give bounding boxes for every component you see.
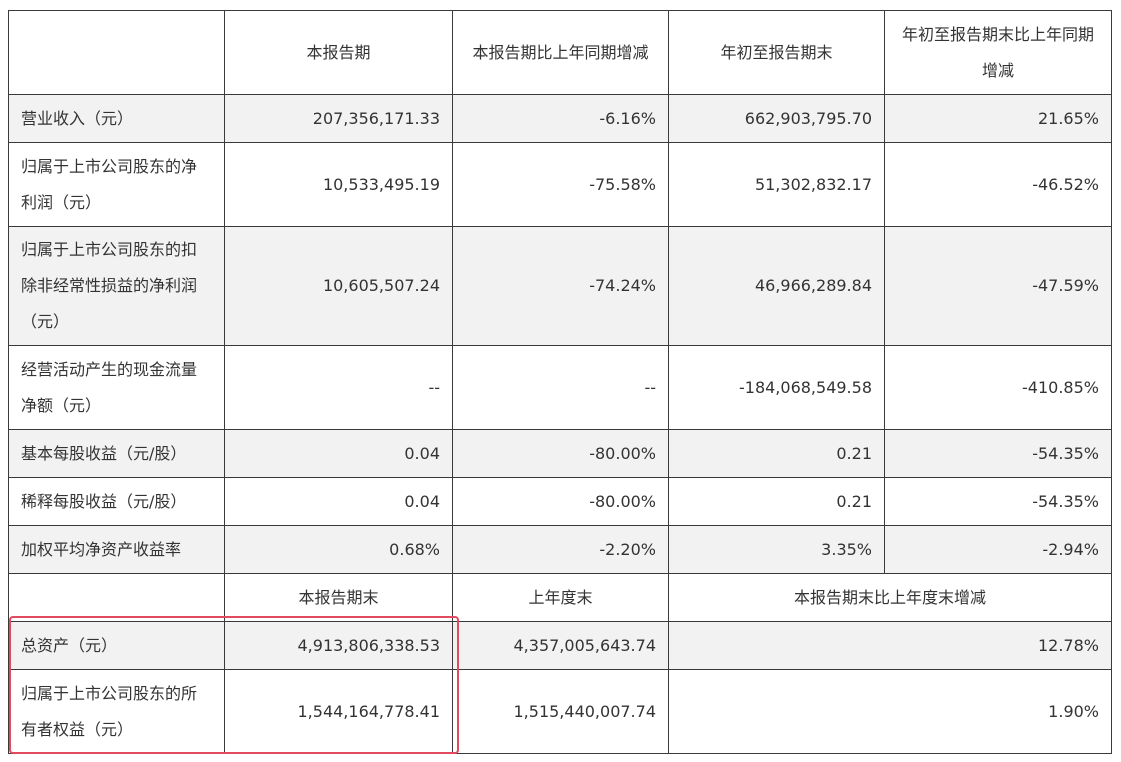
row-label: 归属于上市公司股东的净利润（元） [8, 142, 225, 227]
table-cell: 0.21 [668, 477, 885, 526]
table-cell: 0.21 [668, 429, 885, 478]
table-cell: -54.35% [884, 477, 1112, 526]
table-row: 总资产（元） 4,913,806,338.53 4,357,005,643.74… [8, 621, 1112, 670]
table-cell: 46,966,289.84 [668, 226, 885, 346]
subheader-cell-empty [8, 573, 225, 622]
table-row: 归属于上市公司股东的净利润（元） 10,533,495.19 -75.58% 5… [8, 142, 1112, 227]
table-cell: 51,302,832.17 [668, 142, 885, 227]
subheader-cell-change: 本报告期末比上年度末增减 [668, 573, 1112, 622]
subheader-cell-period-end: 本报告期末 [224, 573, 453, 622]
row-label: 营业收入（元） [8, 94, 225, 143]
table-cell: 21.65% [884, 94, 1112, 143]
table-row: 营业收入（元） 207,356,171.33 -6.16% 662,903,79… [8, 94, 1112, 143]
table-cell: 0.68% [224, 525, 453, 574]
table-cell: 4,357,005,643.74 [452, 621, 669, 670]
table-cell: -6.16% [452, 94, 669, 143]
table-row: 归属于上市公司股东的所有者权益（元） 1,544,164,778.41 1,51… [8, 669, 1112, 754]
table-cell: 0.04 [224, 477, 453, 526]
table-cell: 207,356,171.33 [224, 94, 453, 143]
table-cell: -- [452, 345, 669, 430]
table-cell: -2.94% [884, 525, 1112, 574]
table-cell: 1,544,164,778.41 [224, 669, 453, 754]
table-cell: -74.24% [452, 226, 669, 346]
row-label: 归属于上市公司股东的所有者权益（元） [8, 669, 225, 754]
table-cell: -- [224, 345, 453, 430]
table-subheader-row: 本报告期末 上年度末 本报告期末比上年度末增减 [8, 573, 1112, 622]
row-label: 基本每股收益（元/股） [8, 429, 225, 478]
table-header-row: 本报告期 本报告期比上年同期增减 年初至报告期末 年初至报告期末比上年同期增减 [8, 10, 1112, 95]
row-label: 归属于上市公司股东的扣除非经常性损益的净利润（元） [8, 226, 225, 346]
table-cell: 3.35% [668, 525, 885, 574]
table-cell: -80.00% [452, 429, 669, 478]
table-row: 加权平均净资产收益率 0.68% -2.20% 3.35% -2.94% [8, 525, 1112, 574]
table-row: 经营活动产生的现金流量净额（元） -- -- -184,068,549.58 -… [8, 345, 1112, 430]
table-cell: -410.85% [884, 345, 1112, 430]
row-label: 稀释每股收益（元/股） [8, 477, 225, 526]
table-cell: -2.20% [452, 525, 669, 574]
table-cell: 1.90% [668, 669, 1112, 754]
table-cell: 10,605,507.24 [224, 226, 453, 346]
table-row: 归属于上市公司股东的扣除非经常性损益的净利润（元） 10,605,507.24 … [8, 226, 1112, 346]
table-cell: 662,903,795.70 [668, 94, 885, 143]
table-cell: 1,515,440,007.74 [452, 669, 669, 754]
row-label: 经营活动产生的现金流量净额（元） [8, 345, 225, 430]
table-cell: -184,068,549.58 [668, 345, 885, 430]
header-cell-empty [8, 10, 225, 95]
table-cell: -46.52% [884, 142, 1112, 227]
table-cell: 12.78% [668, 621, 1112, 670]
table-cell: -80.00% [452, 477, 669, 526]
header-cell-current-period: 本报告期 [224, 10, 453, 95]
table-cell: -75.58% [452, 142, 669, 227]
header-cell-ytd-yoy: 年初至报告期末比上年同期增减 [884, 10, 1112, 95]
table-cell: -47.59% [884, 226, 1112, 346]
header-cell-period-yoy: 本报告期比上年同期增减 [452, 10, 669, 95]
table-cell: -54.35% [884, 429, 1112, 478]
row-label: 总资产（元） [8, 621, 225, 670]
financial-data-table: 本报告期 本报告期比上年同期增减 年初至报告期末 年初至报告期末比上年同期增减 … [8, 10, 1112, 754]
table-cell: 0.04 [224, 429, 453, 478]
table-cell: 10,533,495.19 [224, 142, 453, 227]
table-row: 基本每股收益（元/股） 0.04 -80.00% 0.21 -54.35% [8, 429, 1112, 478]
header-cell-ytd: 年初至报告期末 [668, 10, 885, 95]
row-label: 加权平均净资产收益率 [8, 525, 225, 574]
subheader-cell-prior-year-end: 上年度末 [452, 573, 669, 622]
table-cell: 4,913,806,338.53 [224, 621, 453, 670]
table-row: 稀释每股收益（元/股） 0.04 -80.00% 0.21 -54.35% [8, 477, 1112, 526]
